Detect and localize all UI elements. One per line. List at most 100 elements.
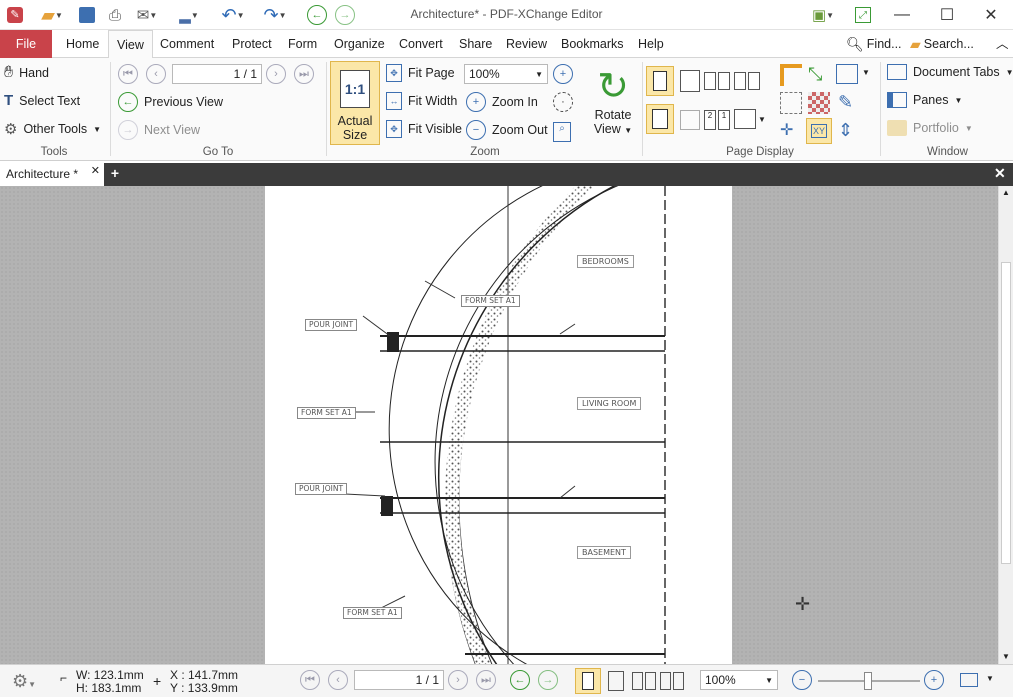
zoom-in-tool-button[interactable]: + — [553, 64, 573, 84]
status-zoom-in-button[interactable]: + — [924, 670, 944, 690]
last-page-button[interactable]: ⏭ — [294, 64, 314, 84]
actual-size-icon: 1:1 — [340, 70, 370, 108]
callout-pour-joint: POUR JOINT — [295, 483, 348, 495]
close-button[interactable]: ✕ — [969, 0, 1013, 30]
status-view-dropdown[interactable]: ▼ — [986, 674, 994, 683]
status-zoom-select[interactable]: 100% ▼ — [700, 670, 778, 690]
status-single-page-button[interactable] — [575, 668, 601, 694]
grid-button[interactable] — [836, 64, 858, 84]
maximize-button[interactable]: ☐ — [925, 0, 969, 30]
customize-ui-button[interactable]: ▣ ▼ — [806, 4, 840, 26]
fullscreen-button[interactable]: ⤢ — [852, 4, 874, 26]
split-view-icon — [652, 109, 668, 129]
tab-review[interactable]: Review — [498, 30, 555, 58]
first-page-icon: ⏮ — [118, 64, 138, 84]
previous-view-button[interactable]: ← Previous View — [118, 92, 223, 112]
zoom-in-button[interactable]: + Zoom In — [466, 92, 538, 112]
fit-width-button[interactable]: ↔ Fit Width — [386, 92, 457, 110]
select-text-tool-button[interactable]: T Select Text — [4, 92, 80, 109]
status-zoom-out-button[interactable]: − — [792, 670, 812, 690]
coordinates-button[interactable]: XY — [806, 118, 832, 144]
status-previous-page-button[interactable]: ‹ — [328, 670, 348, 690]
minimize-button[interactable]: — — [880, 0, 924, 30]
crosshair-button[interactable]: ✛ — [780, 120, 793, 140]
fullscreen-status-button[interactable] — [960, 673, 978, 687]
collapse-ribbon-button[interactable]: ︿ — [988, 30, 1013, 58]
document-view[interactable]: BEDROOMS LIVING ROOM BASEMENT FORM SET A… — [0, 186, 998, 664]
page-number-input[interactable]: 1 / 1 — [172, 64, 262, 84]
fit-visible-button[interactable]: ✥ Fit Visible — [386, 120, 462, 138]
options-button[interactable]: ⚙▼ — [12, 671, 36, 692]
chevron-right-icon: › — [266, 64, 286, 84]
status-continuous-button[interactable] — [608, 671, 624, 691]
actual-size-button[interactable]: 1:1 Actual Size — [330, 61, 380, 145]
status-next-page-button[interactable]: › — [448, 670, 468, 690]
zoom-out-button[interactable]: − Zoom Out — [466, 120, 548, 140]
facing-continuous-button[interactable] — [734, 72, 760, 90]
transparency-grid-button[interactable] — [808, 92, 830, 114]
pen-button[interactable]: ✎ — [838, 92, 853, 113]
scroll-thumb[interactable] — [1001, 262, 1011, 564]
split-view-button[interactable] — [646, 104, 674, 134]
status-first-page-button[interactable]: ⏮ — [300, 670, 320, 690]
zoom-level-select[interactable]: 100% ▼ — [464, 64, 548, 84]
dynamic-zoom-button[interactable]: · — [553, 92, 573, 112]
fit-visible-label: Fit Visible — [408, 122, 462, 136]
tab-organize[interactable]: Organize — [326, 30, 393, 58]
measure-button[interactable]: ⤡ — [808, 64, 822, 85]
rulers-button[interactable] — [780, 64, 802, 86]
previous-view-label: Previous View — [144, 95, 223, 109]
tab-protect[interactable]: Protect — [224, 30, 280, 58]
tab-file[interactable]: File — [0, 30, 52, 58]
fit-page-button[interactable]: ✥ Fit Page — [386, 64, 455, 82]
facing-pages-button[interactable] — [704, 72, 730, 90]
zoom-slider-thumb[interactable] — [864, 672, 872, 690]
close-tab-icon[interactable]: ✕ — [91, 164, 100, 177]
status-facing-button[interactable] — [632, 672, 656, 690]
first-page-button[interactable]: ⏮ — [118, 64, 138, 84]
find-button[interactable]: 🔍︎ Find... — [838, 30, 910, 58]
tab-form[interactable]: Form — [280, 30, 325, 58]
tab-share[interactable]: Share — [451, 30, 500, 58]
close-icon: ✕ — [984, 7, 998, 24]
page-transitions-button[interactable] — [680, 110, 700, 130]
status-next-view-button[interactable]: → — [538, 670, 558, 690]
continuous-page-button[interactable] — [680, 70, 700, 92]
scroll-down-icon[interactable]: ▼ — [1002, 652, 1010, 661]
document-tabs-button[interactable]: Document Tabs ▼ — [887, 64, 1013, 80]
tab-view[interactable]: View — [108, 30, 153, 59]
hand-tool-button[interactable]: ✋︎ Hand — [4, 64, 49, 82]
status-last-page-button[interactable]: ⏭ — [476, 670, 496, 690]
status-page-input[interactable]: 1 / 1 — [354, 670, 444, 690]
vertical-scrollbar[interactable]: ▲ ▼ — [998, 186, 1013, 664]
more-page-layouts-button[interactable]: ▼ — [734, 108, 768, 130]
cover-page-button[interactable]: 21 — [704, 110, 730, 130]
scroll-up-icon[interactable]: ▲ — [1002, 188, 1010, 197]
other-tools-button[interactable]: ⚙ Other Tools ▼ — [4, 120, 101, 138]
fit-page-icon: ✥ — [386, 64, 402, 82]
tab-convert[interactable]: Convert — [391, 30, 451, 58]
panes-button[interactable]: Panes ▼ — [887, 92, 962, 108]
pdf-page[interactable]: BEDROOMS LIVING ROOM BASEMENT FORM SET A… — [265, 186, 732, 664]
status-facing-continuous-button[interactable] — [660, 672, 684, 690]
new-tab-button[interactable]: + — [108, 165, 122, 183]
align-button[interactable]: ⇕ — [838, 120, 853, 141]
status-previous-view-button[interactable]: ← — [510, 670, 530, 690]
next-view-button[interactable]: → Next View — [118, 120, 200, 140]
rotate-view-button[interactable]: ↻ Rotate View ▼ — [588, 66, 638, 136]
close-all-tabs-button[interactable]: ✕ — [994, 165, 1006, 182]
grid-dropdown-button[interactable]: ▼ — [862, 68, 870, 77]
tab-home[interactable]: Home — [58, 30, 107, 58]
document-tab[interactable]: Architecture * ✕ — [0, 163, 104, 186]
portfolio-button[interactable]: Portfolio ▼ — [887, 120, 973, 136]
previous-page-button[interactable]: ‹ — [146, 64, 166, 84]
tab-help[interactable]: Help — [630, 30, 672, 58]
loupe-tool-button[interactable]: ⌕ — [553, 120, 571, 142]
snap-button[interactable] — [780, 92, 802, 114]
search-button[interactable]: ▰ Search... — [902, 30, 982, 58]
next-page-button[interactable]: › — [266, 64, 286, 84]
last-page-icon: ⏭ — [294, 64, 314, 84]
single-page-button[interactable] — [646, 66, 674, 96]
tab-bookmarks[interactable]: Bookmarks — [553, 30, 632, 58]
tab-comment[interactable]: Comment — [152, 30, 222, 58]
